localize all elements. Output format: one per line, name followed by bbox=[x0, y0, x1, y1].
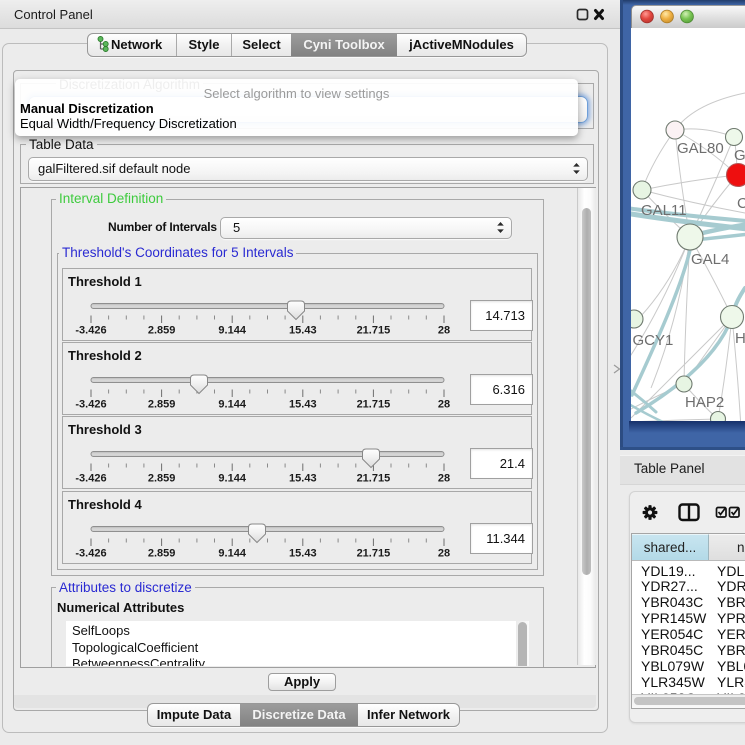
svg-text:GCY1: GCY1 bbox=[633, 332, 674, 349]
svg-text:-3.426: -3.426 bbox=[75, 399, 106, 411]
svg-text:C: C bbox=[737, 195, 745, 212]
svg-text:-3.426: -3.426 bbox=[75, 548, 106, 560]
svg-text:28: 28 bbox=[438, 325, 450, 337]
svg-text:28: 28 bbox=[438, 473, 450, 485]
svg-text:28: 28 bbox=[438, 548, 450, 560]
svg-text:9.144: 9.144 bbox=[218, 325, 246, 337]
svg-text:-3.426: -3.426 bbox=[75, 325, 106, 337]
svg-text:9.144: 9.144 bbox=[218, 548, 246, 560]
svg-text:GAL4: GAL4 bbox=[691, 251, 729, 268]
svg-text:2.859: 2.859 bbox=[148, 548, 176, 560]
svg-text:2.859: 2.859 bbox=[148, 473, 176, 485]
svg-text:9.144: 9.144 bbox=[218, 473, 246, 485]
svg-text:GAL11: GAL11 bbox=[641, 202, 687, 219]
svg-text:21.715: 21.715 bbox=[357, 399, 391, 411]
svg-text:21.715: 21.715 bbox=[357, 548, 391, 560]
svg-text:21.715: 21.715 bbox=[357, 473, 391, 485]
svg-text:9.144: 9.144 bbox=[218, 399, 246, 411]
svg-text:21.715: 21.715 bbox=[357, 325, 391, 337]
svg-text:H: H bbox=[735, 330, 745, 347]
svg-text:2.859: 2.859 bbox=[148, 325, 176, 337]
svg-text:GAL80: GAL80 bbox=[677, 140, 724, 157]
svg-text:-3.426: -3.426 bbox=[75, 473, 106, 485]
svg-text:15.43: 15.43 bbox=[289, 548, 317, 560]
svg-text:15.43: 15.43 bbox=[289, 473, 317, 485]
svg-text:15.43: 15.43 bbox=[289, 399, 317, 411]
svg-text:GA: GA bbox=[734, 147, 745, 164]
svg-text:28: 28 bbox=[438, 399, 450, 411]
svg-text:2.859: 2.859 bbox=[148, 399, 176, 411]
svg-text:15.43: 15.43 bbox=[289, 325, 317, 337]
svg-text:HAP2: HAP2 bbox=[685, 394, 724, 411]
